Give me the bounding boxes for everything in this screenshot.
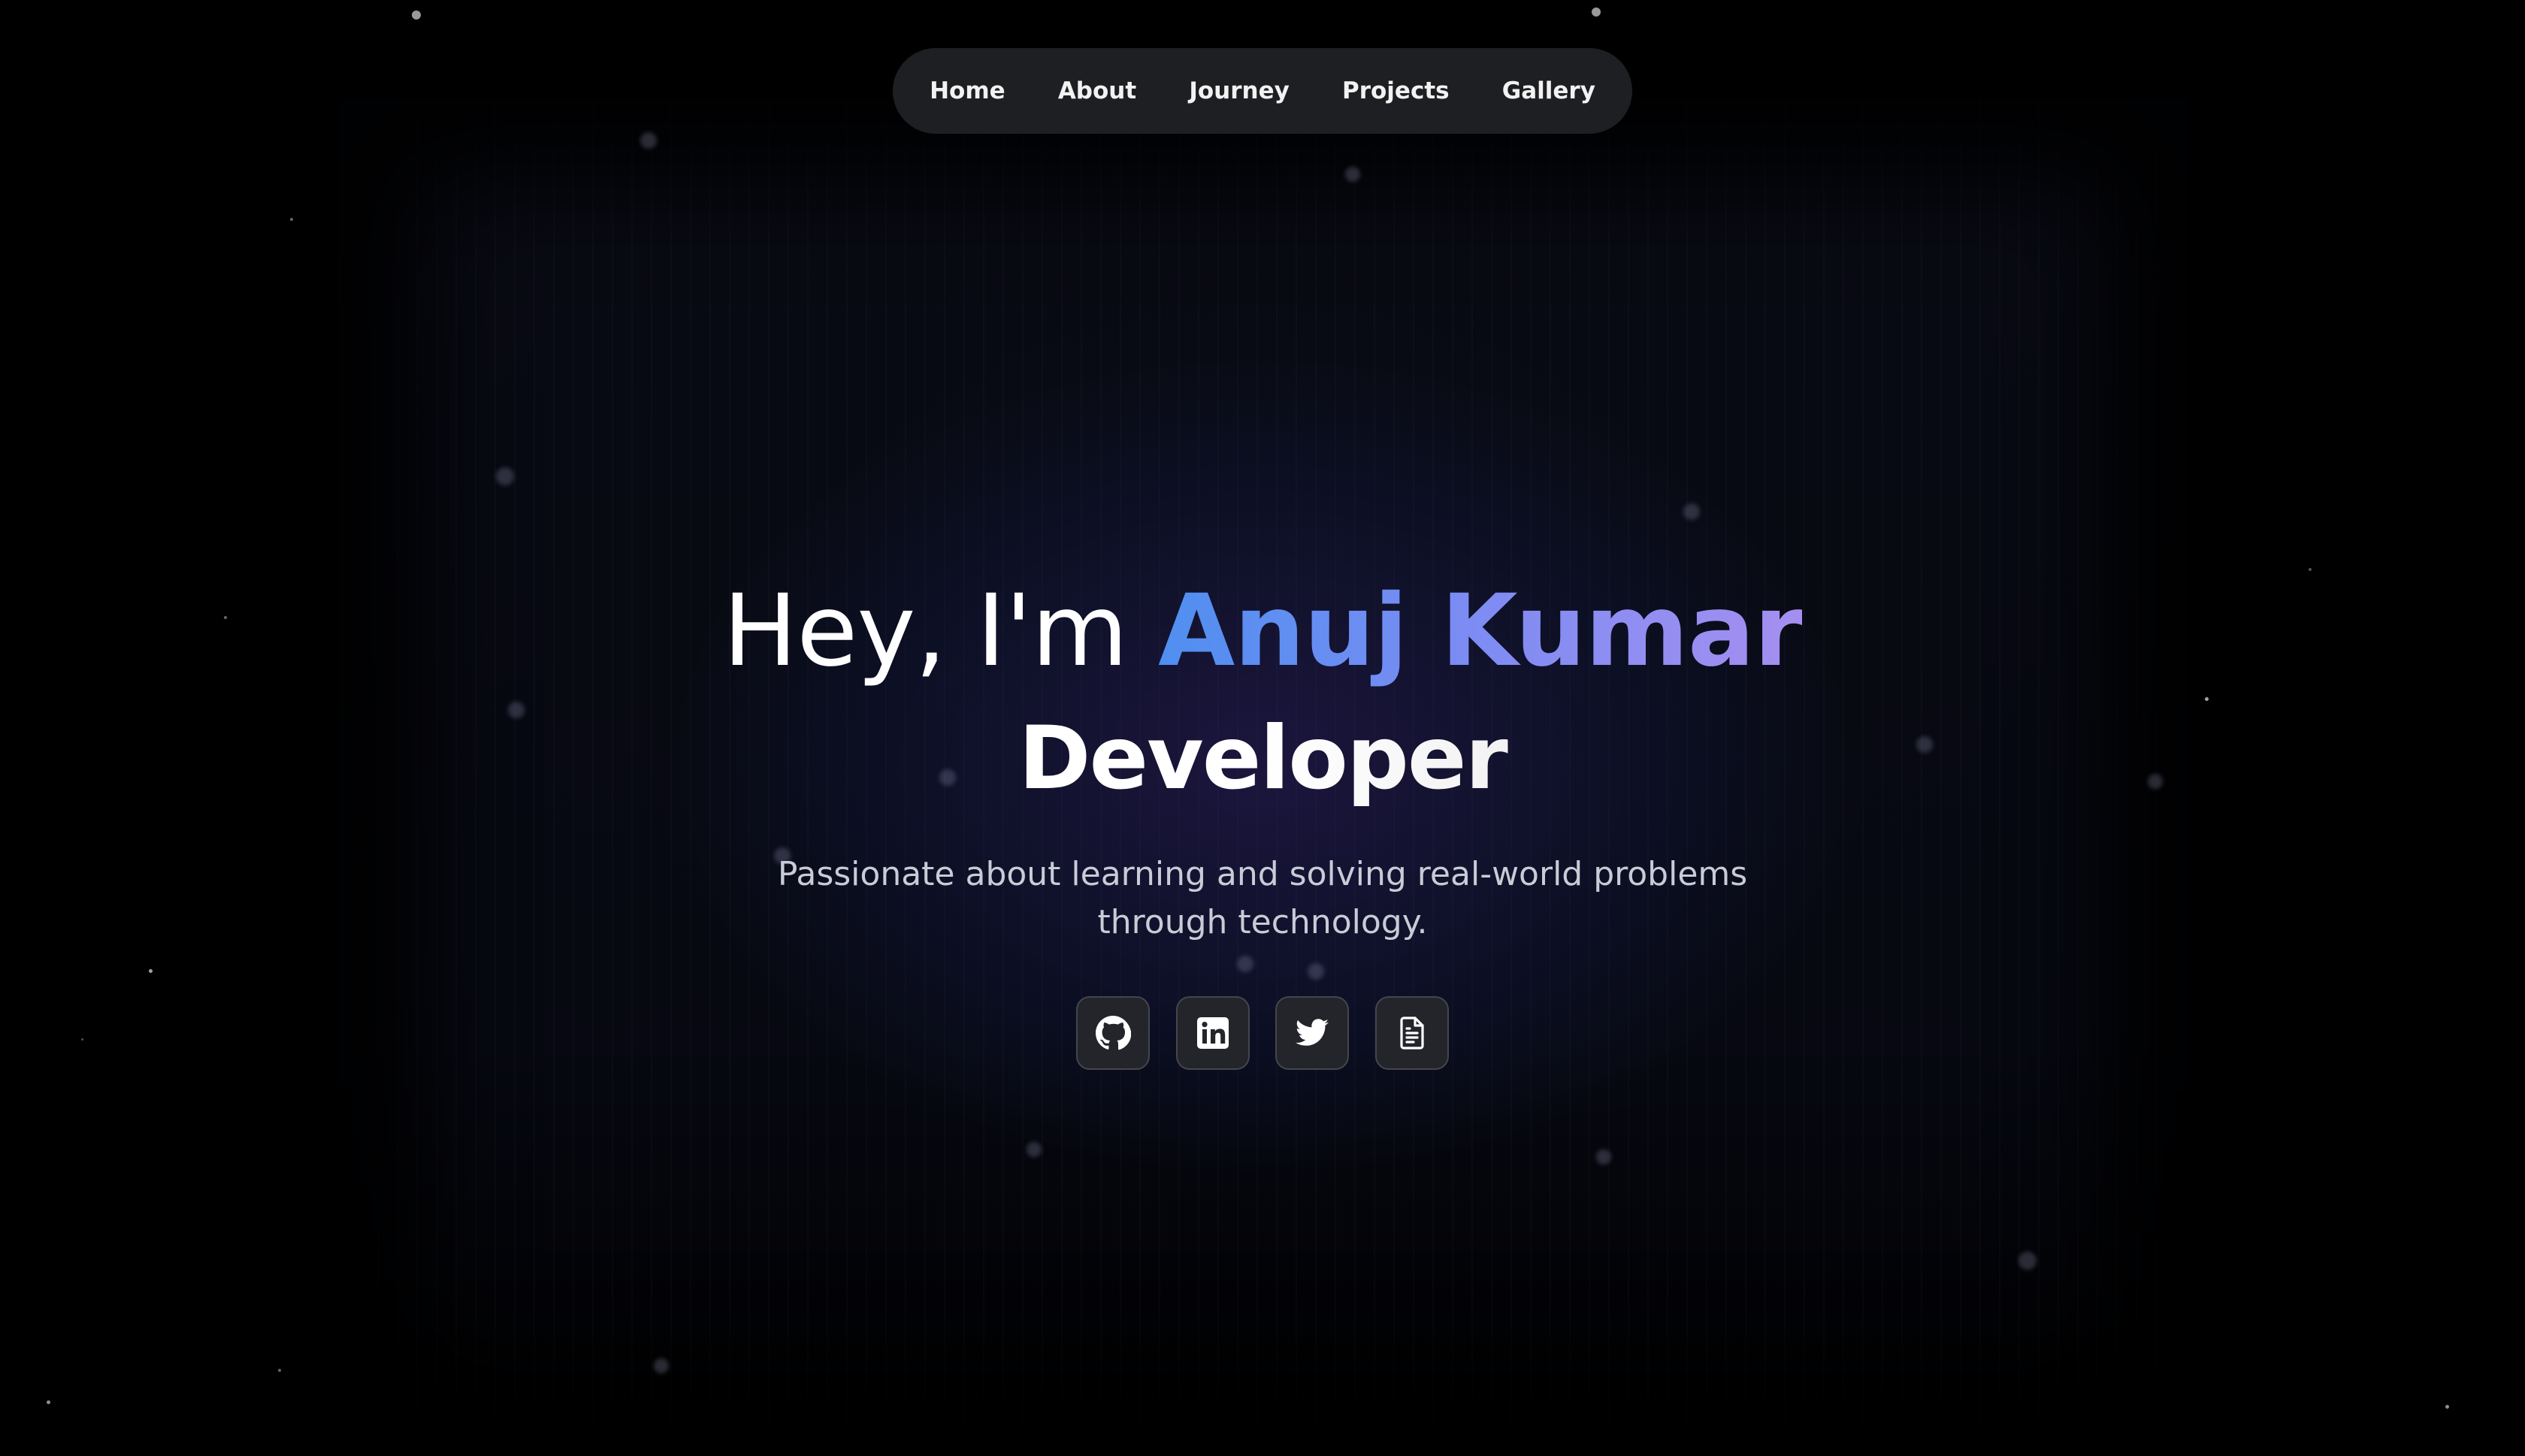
star (149, 969, 153, 973)
social-links (1076, 996, 1449, 1071)
top-navbar: Home About Journey Projects Gallery (893, 48, 1632, 134)
hero-name: Anuj Kumar (1158, 573, 1803, 689)
hero-tagline: Passionate about learning and solving re… (777, 855, 1748, 941)
star (47, 1400, 50, 1404)
resume-button[interactable] (1374, 996, 1449, 1070)
nav-item-about[interactable]: About (1042, 64, 1153, 118)
star (412, 11, 421, 20)
nav-item-home[interactable]: Home (913, 64, 1022, 118)
star (1345, 167, 1360, 182)
github-icon (1096, 1016, 1131, 1050)
linkedin-button[interactable] (1175, 996, 1250, 1070)
star (2445, 1405, 2449, 1409)
nav-item-gallery[interactable]: Gallery (1486, 64, 1612, 118)
star (640, 132, 657, 149)
star (654, 1358, 669, 1373)
nav-item-journey[interactable]: Journey (1172, 64, 1306, 118)
twitter-icon (1296, 1019, 1329, 1046)
linkedin-icon (1196, 1017, 1229, 1049)
star (496, 467, 514, 485)
page: Home About Journey Projects Gallery Hey,… (0, 0, 2525, 1456)
resume-document-icon (1400, 1016, 1424, 1050)
star (290, 218, 293, 221)
twitter-button[interactable] (1275, 996, 1350, 1070)
star (1592, 8, 1601, 17)
github-button[interactable] (1076, 996, 1150, 1070)
star (81, 1038, 83, 1041)
star (2018, 1252, 2037, 1270)
hero-heading: Hey, I'm Anuj Kumar (0, 571, 2525, 691)
hero-greeting: Hey, I'm (722, 573, 1159, 689)
star (1683, 503, 1700, 520)
star (1596, 1149, 1611, 1164)
nav-item-projects[interactable]: Projects (1326, 64, 1466, 118)
star (1308, 963, 1324, 980)
star (1237, 956, 1253, 972)
star (1027, 1142, 1042, 1157)
hero-role: Developer (0, 699, 2525, 819)
star (278, 1369, 281, 1372)
